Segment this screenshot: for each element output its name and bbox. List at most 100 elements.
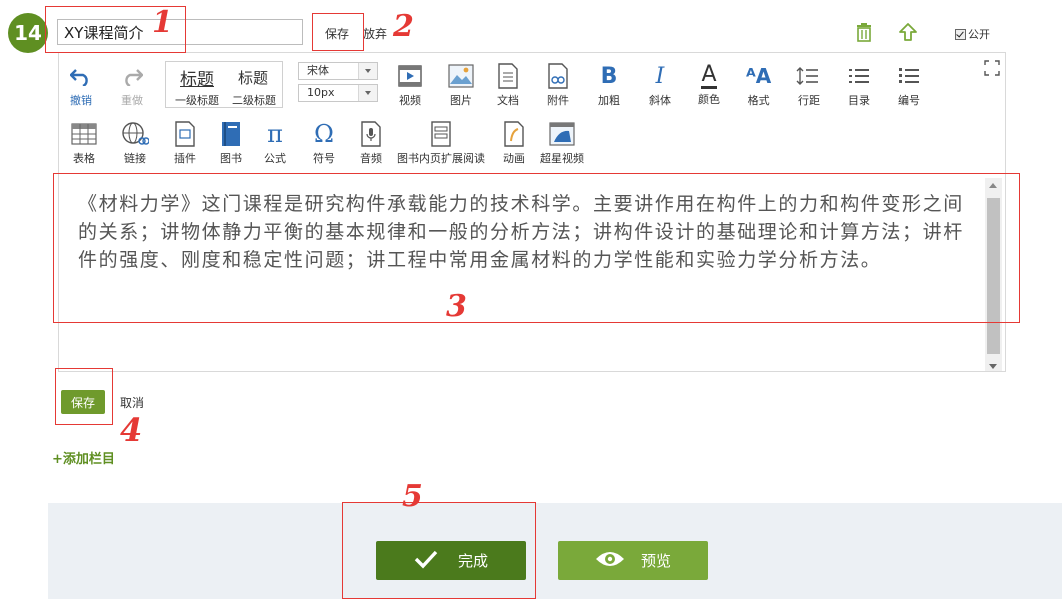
font-size-value: 10px [307, 86, 335, 99]
book-label: 图书 [220, 152, 242, 165]
header-discard-button[interactable]: 放弃 [363, 25, 387, 42]
annotation-number-2: 2 [393, 9, 414, 44]
undo-button[interactable]: 撤销 [70, 62, 92, 108]
animation-label: 动画 [503, 152, 525, 165]
link-button[interactable]: 链接 [121, 120, 149, 166]
preview-label: 预览 [640, 552, 671, 570]
image-label: 图片 [450, 94, 472, 107]
numbering-label: 编号 [898, 94, 920, 107]
table-icon [71, 120, 97, 148]
table-button[interactable]: 表格 [71, 120, 97, 166]
link-label: 链接 [124, 152, 146, 165]
undo-label: 撤销 [70, 94, 92, 107]
redo-button[interactable]: 重做 [121, 62, 143, 108]
annotation-box-2 [312, 13, 364, 51]
annotation-box-3 [53, 173, 1020, 323]
video-label: 视频 [399, 94, 421, 107]
super-video-icon [549, 120, 575, 148]
audio-label: 音频 [360, 152, 382, 165]
audio-button[interactable]: 音频 [360, 120, 382, 166]
font-color-label: 颜色 [698, 93, 720, 106]
document-icon [497, 62, 519, 90]
book-page-reading-label: 图书内页扩展阅读 [397, 152, 485, 165]
annotation-box-5 [342, 502, 536, 599]
add-column-link[interactable]: +添加栏目 [52, 448, 115, 467]
font-size-select[interactable]: 10px [298, 84, 378, 102]
italic-button[interactable]: I 斜体 [649, 62, 671, 108]
numbering-button[interactable]: 编号 [898, 62, 920, 108]
annotation-number-4: 4 [120, 411, 143, 449]
font-family-select[interactable]: 宋体 [298, 62, 378, 80]
preview-button[interactable]: 预览 [558, 541, 708, 580]
super-video-button[interactable]: 超星视频 [540, 120, 584, 166]
bold-button[interactable]: B 加粗 [598, 62, 620, 108]
annotation-box-4 [55, 368, 113, 425]
heading-style-group: 标题 标题 一级标题 二级标题 [165, 61, 283, 108]
format-button[interactable]: ᴬA 格式 [746, 62, 771, 108]
document-label: 文档 [497, 94, 519, 107]
symbol-label: 符号 [313, 152, 335, 165]
microphone-icon [360, 120, 382, 148]
checkbox-checked-icon[interactable] [955, 28, 966, 40]
line-height-icon [796, 62, 822, 90]
font-color-button[interactable]: A 颜色 [698, 62, 720, 107]
line-height-button[interactable]: 行距 [796, 62, 822, 108]
annotation-number-5: 5 [402, 479, 423, 514]
chevron-down-icon [358, 63, 377, 79]
animation-button[interactable]: 动画 [503, 120, 525, 166]
bold-icon: B [600, 63, 618, 89]
annotation-number-1: 1 [152, 5, 173, 40]
attachment-button[interactable]: 附件 [547, 62, 569, 108]
formula-label: 公式 [264, 152, 286, 165]
public-checkbox[interactable]: 公开 [955, 26, 990, 42]
book-page-icon [430, 120, 452, 148]
image-icon [448, 62, 474, 90]
scroll-down-arrow-icon[interactable] [989, 364, 997, 369]
toc-label: 目录 [848, 94, 870, 107]
trash-icon[interactable] [855, 22, 873, 46]
document-button[interactable]: 文档 [497, 62, 519, 108]
video-button[interactable]: 视频 [397, 62, 423, 108]
formula-button[interactable]: π 公式 [264, 120, 286, 166]
redo-icon [121, 62, 143, 90]
italic-icon: I [655, 63, 665, 89]
symbol-button[interactable]: Ω 符号 [313, 120, 335, 166]
heading1-button[interactable]: 标题 [180, 65, 214, 90]
book-button[interactable]: 图书 [220, 120, 242, 166]
font-family-value: 宋体 [307, 64, 329, 77]
move-up-arrow-icon[interactable] [898, 22, 918, 46]
attachment-label: 附件 [547, 94, 569, 107]
animation-icon [503, 120, 525, 148]
line-height-label: 行距 [798, 94, 820, 107]
super-video-label: 超星视频 [540, 152, 584, 165]
video-icon [397, 62, 423, 90]
globe-link-icon [121, 120, 149, 148]
attachment-icon [547, 62, 569, 90]
step-number-badge: 14 [8, 13, 48, 53]
redo-label: 重做 [121, 94, 143, 107]
plugin-label: 插件 [174, 152, 196, 165]
bold-label: 加粗 [598, 94, 620, 107]
plugin-button[interactable]: 插件 [174, 120, 196, 166]
chevron-down-icon [358, 85, 377, 101]
pi-formula-icon: π [267, 120, 283, 148]
fullscreen-icon[interactable] [984, 60, 1000, 80]
format-label: 格式 [747, 94, 770, 107]
annotation-number-3: 3 [446, 289, 467, 324]
heading2-button[interactable]: 标题 [238, 67, 268, 88]
book-icon [220, 120, 242, 148]
heading1-label: 一级标题 [175, 94, 219, 107]
numbered-list-icon [898, 62, 920, 90]
footer-bar [48, 503, 1062, 599]
omega-symbol-icon: Ω [314, 120, 334, 148]
undo-icon [70, 62, 92, 90]
font-color-icon: A [701, 62, 717, 89]
list-icon [848, 62, 870, 90]
toc-button[interactable]: 目录 [848, 62, 870, 108]
image-button[interactable]: 图片 [448, 62, 474, 108]
plugin-icon [174, 120, 196, 148]
cancel-button[interactable]: 取消 [120, 394, 144, 411]
public-label: 公开 [968, 28, 990, 41]
book-page-reading-button[interactable]: 图书内页扩展阅读 [397, 120, 485, 166]
eye-icon [595, 549, 625, 573]
